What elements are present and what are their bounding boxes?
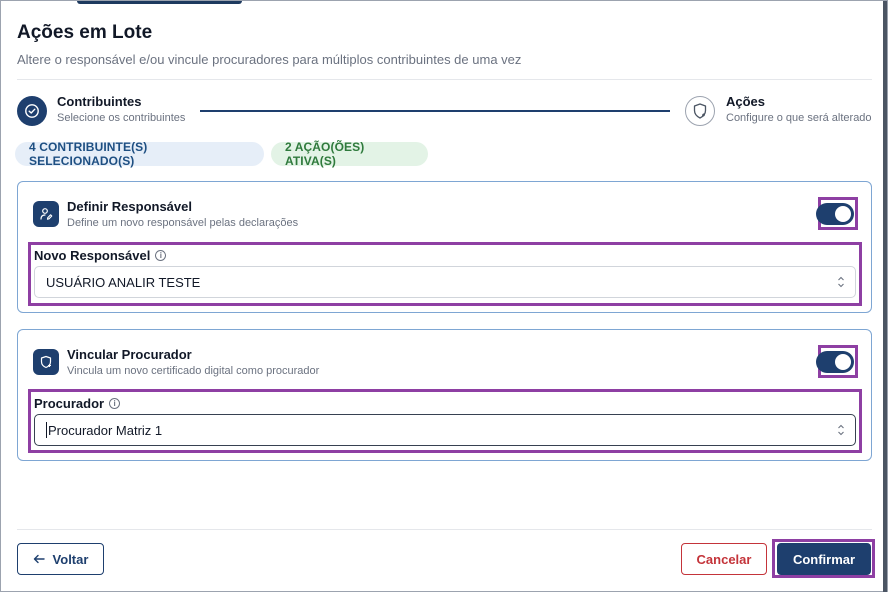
card-title: Vincular Procurador	[67, 347, 192, 362]
field-label-text: Novo Responsável	[34, 248, 151, 263]
step-contribuintes-indicator[interactable]	[17, 96, 47, 126]
cancel-button[interactable]: Cancelar	[681, 543, 767, 575]
confirm-button[interactable]: Confirmar	[777, 543, 871, 575]
chevron-updown-icon	[838, 424, 844, 436]
card-description: Define um novo responsável pelas declara…	[67, 217, 299, 229]
active-actions-chip: 2 AÇÃO(ÕES) ATIVA(S)	[271, 140, 428, 168]
chevron-updown-icon	[838, 276, 844, 288]
step-contribuintes-title: Contribuintes	[57, 94, 142, 109]
procurador-label: Procurador i	[34, 396, 121, 411]
definir-responsavel-toggle[interactable]	[816, 203, 854, 225]
card-title: Definir Responsável	[67, 199, 192, 214]
novo-responsavel-label: Novo Responsável i	[34, 248, 167, 263]
arrow-left-icon	[33, 554, 45, 564]
step-acoes-title: Ações	[726, 94, 766, 109]
header-divider	[17, 79, 872, 80]
shield-plus-icon	[693, 103, 707, 119]
select-value: USUÁRIO ANALIR TESTE	[46, 274, 201, 290]
vincular-procurador-toggle[interactable]	[816, 351, 854, 373]
dialog-subtitle: Altere o responsável e/ou vincule procur…	[17, 52, 522, 67]
shield-plus-icon	[40, 355, 52, 369]
field-label-text: Procurador	[34, 396, 105, 411]
check-circle-icon	[25, 104, 39, 118]
toggle-knob	[835, 206, 851, 222]
card-definir-responsavel: Definir Responsável Define um novo respo…	[17, 181, 872, 313]
card-icon-wrapper	[33, 201, 59, 227]
selected-count-chip: 4 CONTRIBUINTE(S) SELECIONADO(S)	[15, 140, 264, 168]
scrollbar-edge[interactable]	[883, 1, 887, 592]
card-icon-wrapper	[33, 349, 59, 375]
stepper-connector	[200, 110, 670, 112]
info-icon[interactable]: i	[155, 250, 167, 261]
footer-divider	[17, 529, 872, 530]
dialog-title: Ações em Lote	[17, 22, 153, 43]
procurador-select[interactable]: Procurador Matriz 1	[34, 414, 856, 446]
toggle-knob	[835, 354, 851, 370]
step-acoes-desc: Configure o que será alterado	[726, 112, 872, 124]
text-cursor	[46, 422, 47, 438]
info-icon[interactable]: i	[109, 398, 121, 409]
novo-responsavel-select[interactable]: USUÁRIO ANALIR TESTE	[34, 266, 856, 298]
back-button[interactable]: Voltar	[17, 543, 104, 575]
card-vincular-procurador: Vincular Procurador Vincula um novo cert…	[17, 329, 872, 461]
user-edit-icon	[40, 208, 53, 220]
step-contribuintes-desc: Selecione os contribuintes	[57, 112, 186, 124]
batch-actions-dialog: Ações em Lote Altere o responsável e/ou …	[0, 0, 888, 592]
top-accent-bar	[77, 1, 242, 4]
select-value: Procurador Matriz 1	[48, 422, 163, 438]
back-button-label: Voltar	[52, 551, 89, 567]
card-description: Vincula um novo certificado digital como…	[67, 365, 320, 377]
step-acoes-indicator[interactable]	[685, 96, 715, 126]
